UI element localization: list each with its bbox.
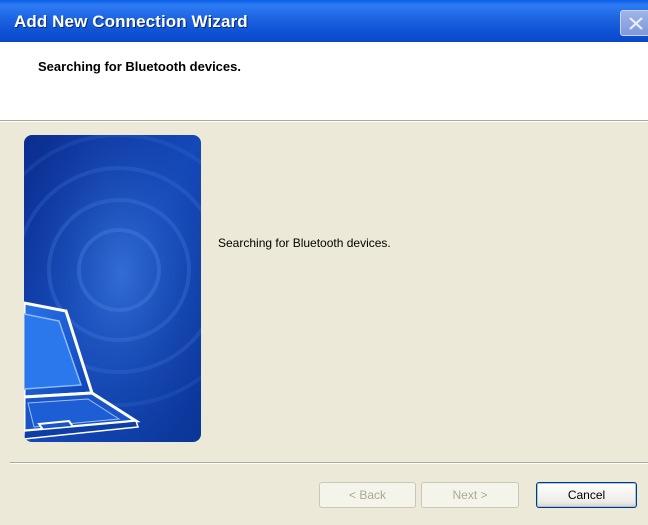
- wizard-header: Searching for Bluetooth devices.: [0, 42, 648, 120]
- next-button[interactable]: Next >: [421, 482, 519, 508]
- cancel-button[interactable]: Cancel: [536, 482, 637, 508]
- close-button[interactable]: [620, 10, 648, 36]
- search-status-text: Searching for Bluetooth devices.: [218, 236, 391, 250]
- window-title: Add New Connection Wizard: [14, 12, 248, 31]
- title-bar[interactable]: Add New Connection Wizard: [0, 0, 648, 42]
- back-button[interactable]: < Back: [319, 482, 416, 508]
- header-divider-highlight: [0, 121, 648, 122]
- close-icon: [629, 17, 643, 30]
- footer-divider-highlight: [10, 463, 648, 464]
- laptop-illustration: [24, 135, 201, 442]
- header-title: Searching for Bluetooth devices.: [38, 59, 241, 74]
- wizard-window: Add New Connection Wizard Searching for …: [0, 0, 648, 525]
